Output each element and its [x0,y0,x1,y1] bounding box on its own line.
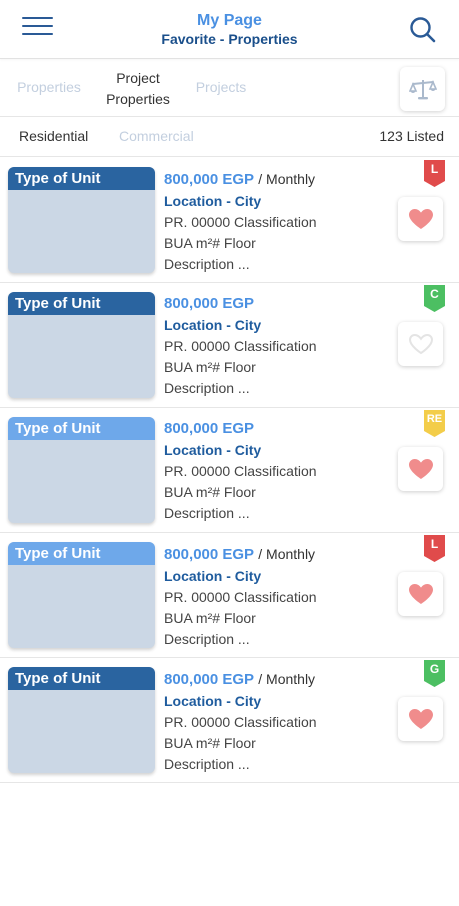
listing-card[interactable]: Type of Unit 800,000 EGP Location - City PR… [0,408,459,533]
tab-project-properties[interactable]: Project Properties [98,68,178,110]
price-period: / Monthly [258,171,316,187]
favorite-button[interactable] [398,447,443,491]
listing-thumbnail[interactable]: Type of Unit [8,417,155,523]
listing-info: 800,000 EGP / Monthly Location - City PR. … [164,168,384,275]
listing-badge: L [424,535,445,562]
page-subtitle: Favorite - Properties [161,31,298,47]
listing-bua-floor: BUA m²# Floor [164,359,256,375]
price-period: / Monthly [258,546,316,562]
listing-info: 800,000 EGP Location - City PR. 00000 Clas… [164,418,384,524]
listing-badge: C [424,285,445,312]
listing-thumbnail[interactable]: Type of Unit [8,542,155,648]
heart-filled-icon [408,208,434,230]
listing-description: Description ... [164,756,250,772]
badge-label: G [429,662,440,676]
listing-info: 800,000 EGP / Monthly Location - City PR. … [164,668,384,775]
filter-commercial[interactable]: Commercial [119,128,194,144]
filter-residential[interactable]: Residential [19,128,88,144]
heart-filled-icon [408,458,434,480]
badge-label: L [430,537,439,551]
listing-price: 800,000 EGP [164,671,255,688]
listing-price: 800,000 EGP [164,171,255,188]
app-header: My Page Favorite - Properties [0,0,459,59]
scale-balance-icon [408,79,437,100]
price-line: 800,000 EGP [164,418,384,440]
listing-location: Location - City [164,442,262,458]
heart-filled-icon [408,708,434,730]
page-title: My Page [197,12,262,29]
listing-price: 800,000 EGP [164,420,255,437]
listing-count: 123 Listed [379,128,444,144]
price-line: 800,000 EGP / Monthly [164,543,384,566]
filter-bar: Residential Commercial 123 Listed [0,118,459,157]
listing-classification: PR. 00000 Classification [164,338,317,354]
listing-description: Description ... [164,380,250,396]
listing-bua-floor: BUA m²# Floor [164,735,256,751]
unit-type-label: Type of Unit [8,292,155,315]
price-line: 800,000 EGP / Monthly [164,168,384,191]
listing-classification: PR. 00000 Classification [164,463,317,479]
listing-location: Location - City [164,693,262,709]
favorite-button[interactable] [398,572,443,616]
listing-badge: G [424,660,445,687]
listing-badge: RE [424,410,445,437]
tab-projects[interactable]: Projects [190,77,252,98]
favorite-button[interactable] [398,197,443,241]
badge-label: C [430,287,439,301]
price-line: 800,000 EGP [164,293,384,315]
listing-location: Location - City [164,317,262,333]
search-icon[interactable] [408,15,438,45]
listing-bua-floor: BUA m²# Floor [164,610,256,626]
listing-card[interactable]: Type of Unit 800,000 EGP Location - City PR… [0,283,459,408]
heart-filled-icon [408,583,434,605]
header-titles: My Page Favorite - Properties [0,11,459,48]
listing-badge: L [424,160,445,187]
listing-thumbnail[interactable]: Type of Unit [8,667,155,773]
tab-properties[interactable]: Properties [14,77,84,98]
listing-bua-floor: BUA m²# Floor [164,484,256,500]
listing-classification: PR. 00000 Classification [164,589,317,605]
unit-type-label: Type of Unit [8,542,155,565]
price-period: / Monthly [258,671,316,687]
listing-card[interactable]: Type of Unit 800,000 EGP / Monthly Locatio… [0,658,459,783]
listing-info: 800,000 EGP Location - City PR. 00000 Clas… [164,293,384,399]
listing-bua-floor: BUA m²# Floor [164,235,256,251]
tab-bar: Properties Project Properties Projects [0,60,459,117]
listing-price: 800,000 EGP [164,546,255,563]
favorite-button[interactable] [398,322,443,366]
unit-type-label: Type of Unit [8,417,155,440]
price-line: 800,000 EGP / Monthly [164,668,384,691]
compare-button[interactable] [400,67,445,111]
listing-description: Description ... [164,631,250,647]
listing-thumbnail[interactable]: Type of Unit [8,292,155,398]
badge-label: L [430,162,439,176]
badge-label: RE [426,413,443,425]
listing-thumbnail[interactable]: Type of Unit [8,167,155,273]
listing-location: Location - City [164,193,262,209]
listing-info: 800,000 EGP / Monthly Location - City PR. … [164,543,384,650]
listing-description: Description ... [164,505,250,521]
listing-description: Description ... [164,256,250,272]
listing-location: Location - City [164,568,262,584]
unit-type-label: Type of Unit [8,167,155,190]
listing-card[interactable]: Type of Unit 800,000 EGP / Monthly Locatio… [0,158,459,283]
listing-price: 800,000 EGP [164,295,255,312]
unit-type-label: Type of Unit [8,667,155,690]
listing-classification: PR. 00000 Classification [164,214,317,230]
favorite-button[interactable] [398,697,443,741]
listing-classification: PR. 00000 Classification [164,714,317,730]
listing-card[interactable]: Type of Unit 800,000 EGP / Monthly Locatio… [0,533,459,658]
heart-outline-icon [408,333,434,355]
